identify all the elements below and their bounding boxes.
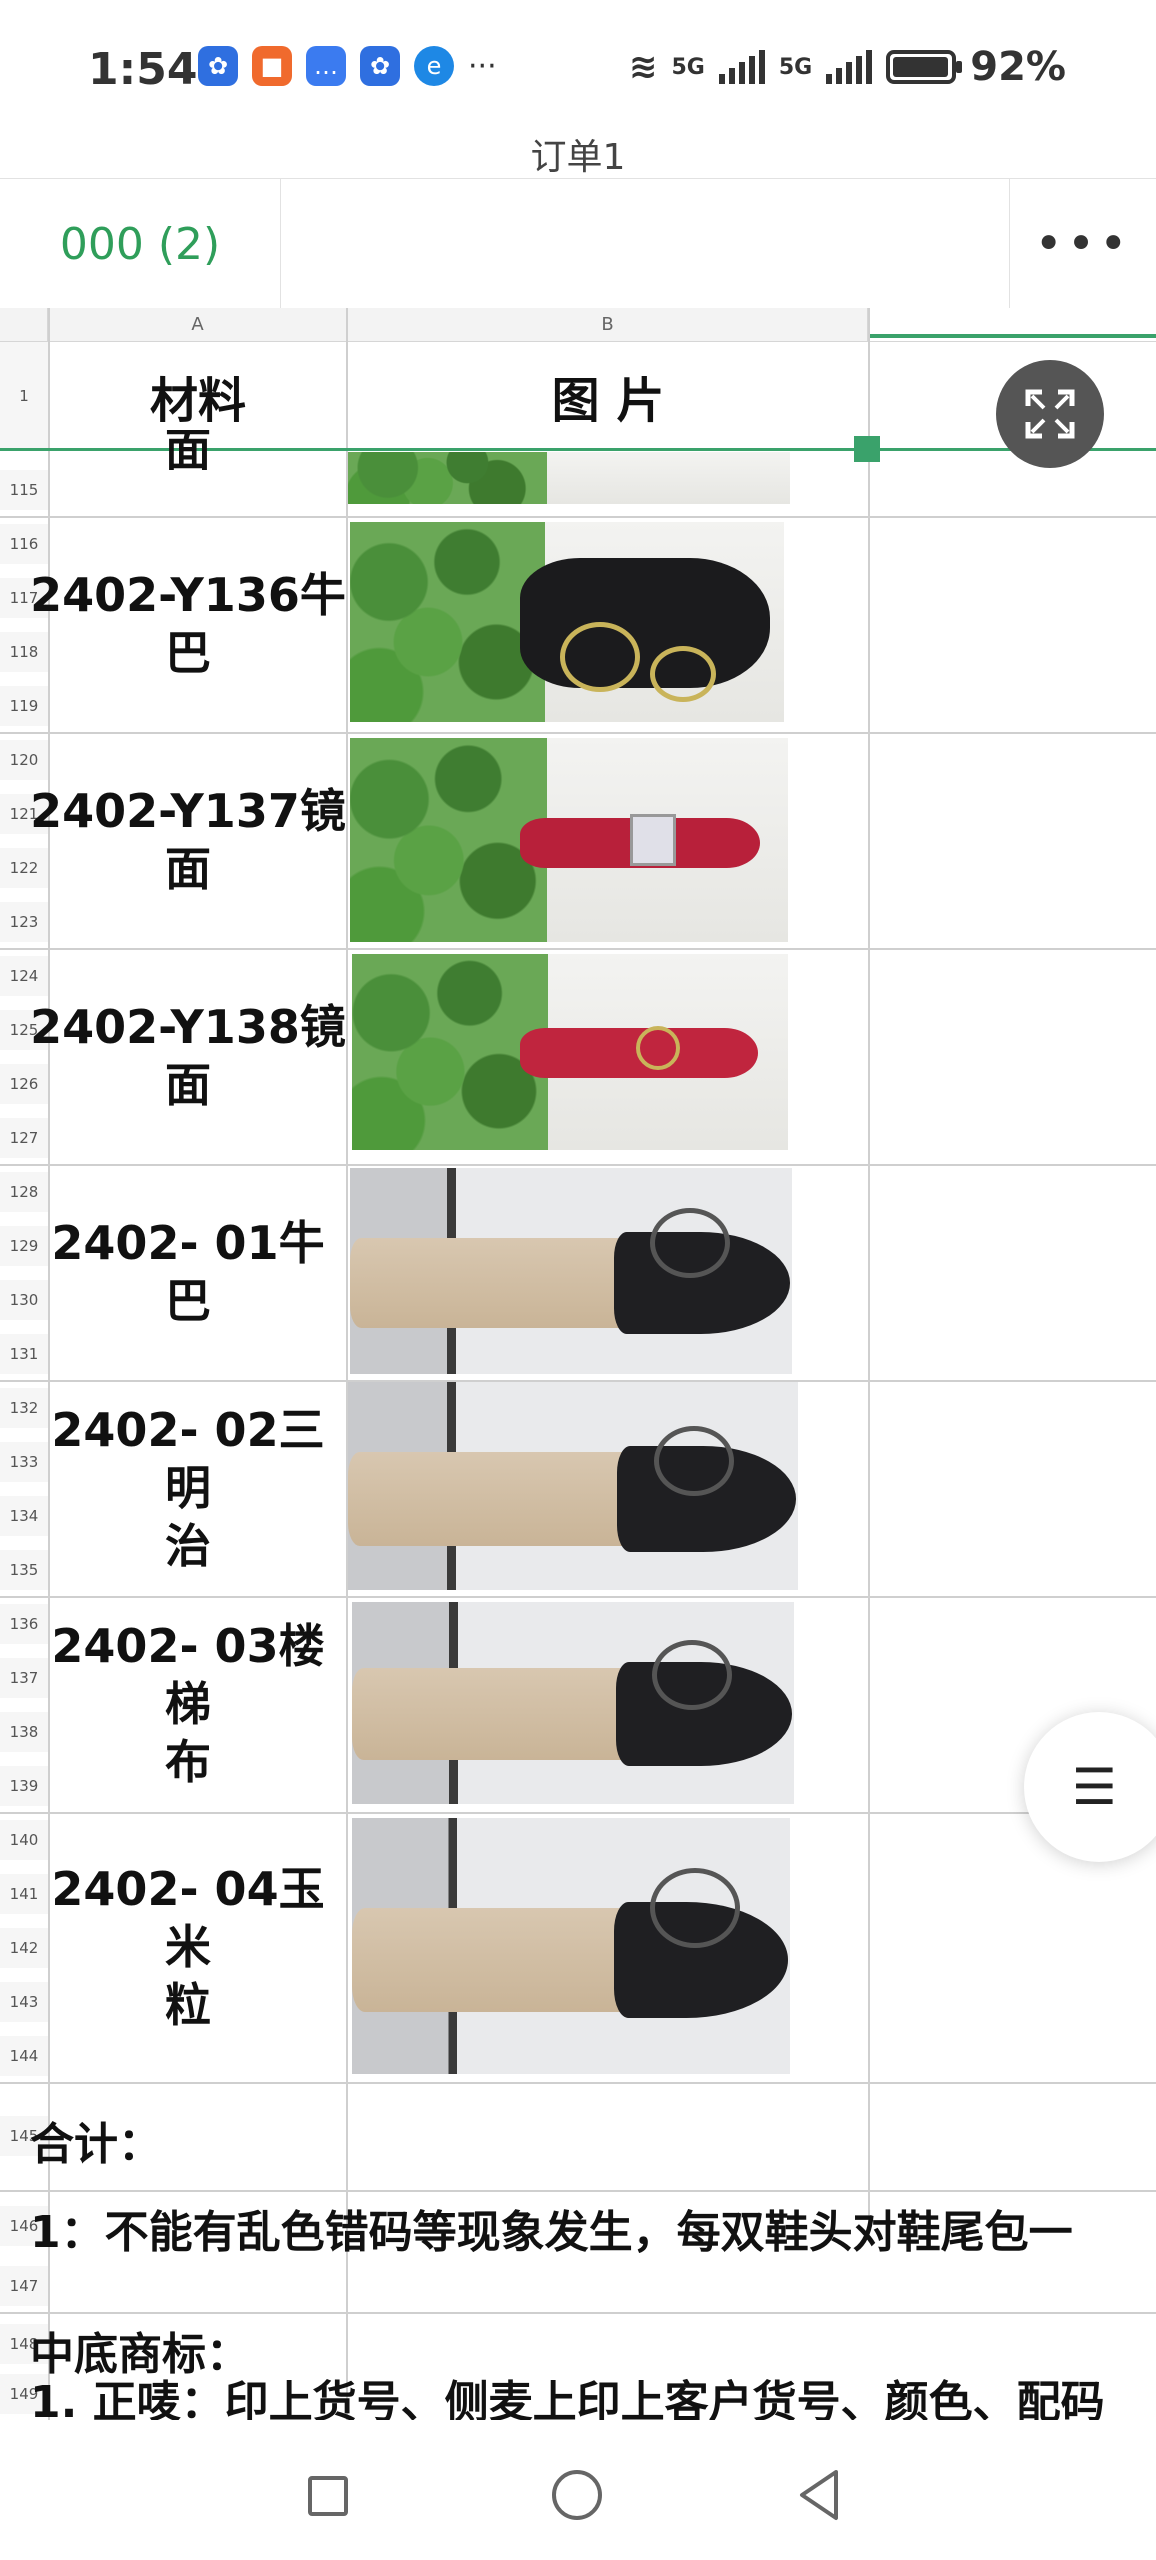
buckle-icon [650, 646, 716, 702]
recent-apps-icon[interactable] [308, 2476, 348, 2516]
grid-line [0, 2082, 1156, 2084]
message-icon: … [306, 46, 346, 86]
material-line-2: 巴 [164, 626, 211, 680]
menu-button[interactable]: ☰ [1024, 1712, 1156, 1862]
signal-icon [718, 50, 765, 84]
requirement-note[interactable]: 1：不能有乱色错码等现象发生，每双鞋头对鞋尾包一 [30, 2196, 1156, 2260]
corner-cell[interactable] [0, 308, 48, 342]
header-image[interactable]: 图 片 [348, 342, 868, 450]
material-line-2: 面 [164, 1058, 211, 1112]
buckle-icon [630, 814, 676, 866]
grid-line [868, 308, 870, 2228]
browser-icon: e [414, 46, 454, 86]
grid-line [346, 308, 348, 2420]
column-header-b[interactable]: B [348, 308, 868, 342]
product-image[interactable] [350, 522, 784, 722]
status-bar: 1:54 ✿ ■ … ✿ e ··· ≋ 5G 5G 92% [0, 0, 1156, 140]
battery-percent: 92% [970, 44, 1066, 90]
more-notifications-icon: ··· [468, 48, 497, 84]
battery-icon [886, 50, 963, 84]
product-image[interactable] [350, 1168, 792, 1374]
product-image[interactable] [348, 1382, 798, 1590]
material-cell[interactable]: 2402-Y137镜面 [30, 734, 346, 946]
material-line-1: 2402-Y138镜 [30, 1000, 346, 1054]
product-image[interactable] [352, 954, 788, 1150]
home-icon[interactable] [552, 2470, 602, 2520]
material-line-2: 面 [164, 842, 211, 896]
grid-line [0, 2312, 1156, 2314]
material-cell[interactable]: 2402-Y138镜面 [30, 950, 346, 1162]
baidu-icon: ✿ [198, 46, 238, 86]
total-label[interactable]: 合计： [30, 2108, 162, 2172]
row-number[interactable]: 147 [0, 2266, 48, 2306]
bow-icon [650, 1208, 730, 1278]
selection-handle[interactable] [854, 436, 880, 462]
product-image[interactable] [350, 738, 788, 942]
status-right: ≋ 5G 5G 92% [629, 44, 1066, 90]
shoe-image [520, 558, 770, 688]
material-cell[interactable]: 面 [30, 430, 346, 470]
product-image[interactable] [352, 1818, 790, 2074]
fullscreen-button[interactable] [996, 360, 1104, 468]
material-cell[interactable]: 2402- 04玉米粒 [30, 1814, 346, 2080]
grid-line [0, 2190, 1156, 2192]
material-cell[interactable]: 2402- 03楼梯布 [30, 1598, 346, 1810]
selection-indicator-column [868, 334, 1156, 338]
material-line-1: 2402- 03楼梯 [51, 1619, 325, 1731]
material-line-2: 布 [165, 1735, 211, 1789]
product-image[interactable] [348, 452, 790, 504]
material-line-2: 治 [165, 1519, 211, 1573]
wifi-icon: ≋ [629, 47, 658, 87]
material-line-1: 2402- 01牛巴 [51, 1216, 325, 1328]
material-line-1: 2402-Y137镜 [30, 784, 346, 838]
sheet-tab-bar: 000 (2) ••• [0, 178, 1156, 310]
product-image[interactable] [352, 1602, 794, 1804]
bow-icon [652, 1640, 732, 1710]
material-cell[interactable]: 2402- 02三明治 [30, 1382, 346, 1594]
bow-icon [654, 1426, 734, 1496]
signal-icon-2 [826, 50, 873, 84]
row-number[interactable]: 115 [0, 470, 48, 510]
material-line-1: 2402- 04玉米 [51, 1862, 325, 1974]
column-header-a[interactable]: A [48, 308, 348, 342]
material-line-1: 2402- 02三明 [51, 1403, 325, 1515]
buckle-icon [560, 622, 640, 692]
document-title: 订单1 [530, 137, 626, 178]
sheet-tab[interactable]: 000 (2) [0, 179, 281, 309]
app-icon: ■ [252, 46, 292, 86]
material-cell[interactable]: 2402- 01牛巴 [30, 1166, 346, 1378]
network-label-2: 5G [778, 54, 813, 80]
status-time: 1:54 [88, 44, 198, 95]
material-line-1: 2402-Y136牛 [30, 568, 346, 622]
expand-icon [1025, 389, 1075, 439]
more-button[interactable]: ••• [1009, 179, 1156, 309]
back-icon[interactable] [796, 2468, 842, 2522]
buckle-icon [636, 1026, 680, 1070]
material-cell[interactable]: 2402-Y136牛巴 [30, 518, 346, 730]
bow-icon [650, 1868, 740, 1948]
notification-icons: ✿ ■ … ✿ e ··· [198, 46, 497, 86]
baidu-icon-2: ✿ [360, 46, 400, 86]
network-label-1: 5G [671, 54, 705, 80]
material-line-2: 粒 [165, 1978, 211, 2032]
